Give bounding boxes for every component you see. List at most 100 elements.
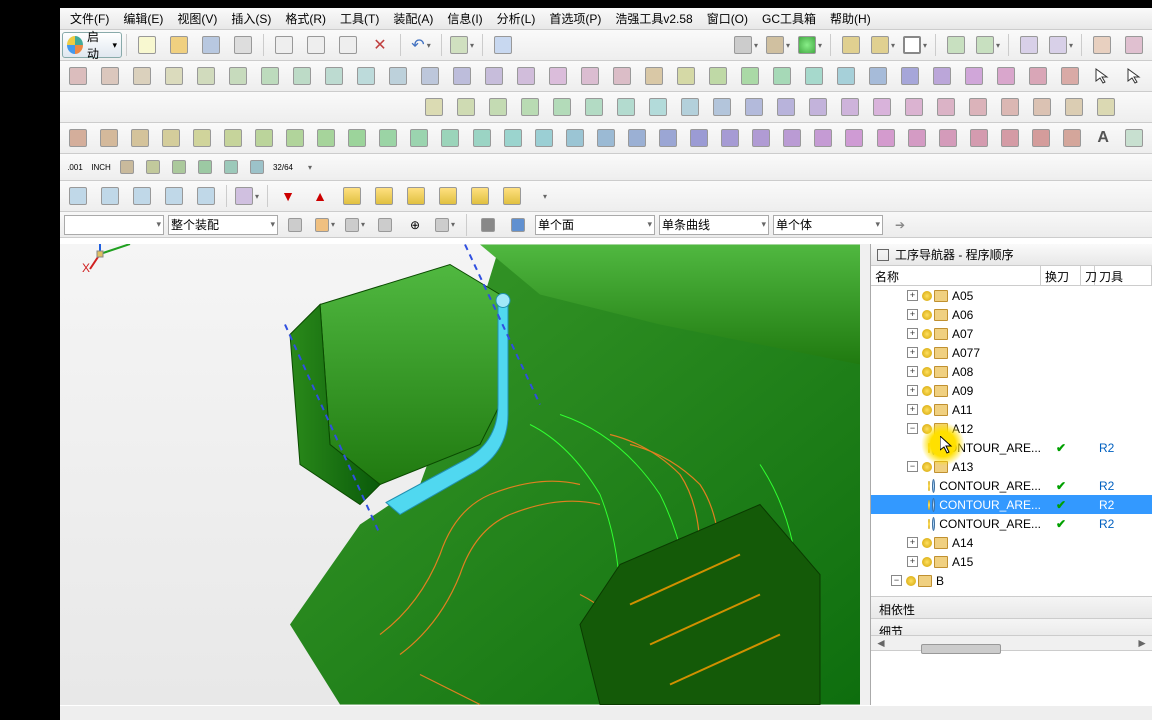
- tree-row-A09[interactable]: A09: [871, 381, 1152, 400]
- t4-btn-14[interactable]: [498, 125, 527, 151]
- fraction-icon[interactable]: 32/64: [271, 156, 295, 178]
- t2-btn-0[interactable]: [63, 63, 93, 89]
- t3-btn-20[interactable]: [1059, 94, 1089, 120]
- assembly-filter[interactable]: 整个装配▾: [168, 215, 278, 235]
- wcs-icon-1[interactable]: [941, 32, 971, 58]
- t3-btn-1[interactable]: [451, 94, 481, 120]
- t2-btn-9[interactable]: [351, 63, 381, 89]
- menu-pref[interactable]: 首选项(P): [543, 8, 607, 29]
- t6b-btn-3[interactable]: [433, 183, 463, 209]
- t4-btn-15[interactable]: [529, 125, 558, 151]
- menu-gc[interactable]: GC工具箱: [756, 8, 822, 29]
- t4-btn-20[interactable]: [685, 125, 714, 151]
- t3-btn-4[interactable]: [547, 94, 577, 120]
- t3-btn-21[interactable]: [1091, 94, 1121, 120]
- expand-toggle[interactable]: [907, 366, 918, 377]
- dependencies-header[interactable]: 相依性: [871, 596, 1152, 618]
- col-toolchange[interactable]: 换刀: [1041, 266, 1081, 285]
- t6-btn-3[interactable]: [159, 183, 189, 209]
- t4-btn-24[interactable]: [809, 125, 838, 151]
- t4-btn-13[interactable]: [467, 125, 496, 151]
- t3-btn-11[interactable]: [771, 94, 801, 120]
- tree-row-CONTOUR_ARE...[interactable]: CONTOUR_ARE...✔R2: [871, 514, 1152, 533]
- t3-btn-5[interactable]: [579, 94, 609, 120]
- layer-icon-2[interactable]: [868, 32, 898, 58]
- f-btn-go[interactable]: ➔: [888, 214, 912, 236]
- t3-btn-7[interactable]: [643, 94, 673, 120]
- t2-btn-15[interactable]: [543, 63, 573, 89]
- t2b-btn-11[interactable]: [991, 63, 1021, 89]
- t2b-btn-1[interactable]: [671, 63, 701, 89]
- t3-btn-18[interactable]: [995, 94, 1025, 120]
- open-icon[interactable]: [164, 32, 194, 58]
- t4-btn-1[interactable]: [94, 125, 123, 151]
- menu-window[interactable]: 窗口(O): [701, 8, 754, 29]
- expand-toggle[interactable]: [907, 404, 918, 415]
- tree-row-A12[interactable]: A12: [871, 419, 1152, 438]
- cut-icon[interactable]: [269, 32, 299, 58]
- t3-btn-19[interactable]: [1027, 94, 1057, 120]
- t2b-btn-3[interactable]: [735, 63, 765, 89]
- t4-btn-11[interactable]: [405, 125, 434, 151]
- col-name[interactable]: 名称: [871, 266, 1041, 285]
- t2b-btn-0[interactable]: [639, 63, 669, 89]
- menu-file[interactable]: 文件(F): [64, 8, 115, 29]
- t3-btn-0[interactable]: [419, 94, 449, 120]
- unit-inch[interactable]: INCH: [89, 156, 113, 178]
- tree-scrollbar[interactable]: ◄ ►: [871, 635, 1152, 651]
- menu-view[interactable]: 视图(V): [171, 8, 223, 29]
- t2b-btn-5[interactable]: [799, 63, 829, 89]
- t2-btn-7[interactable]: [287, 63, 317, 89]
- expand-toggle[interactable]: [907, 537, 918, 548]
- t4-btn-4[interactable]: [187, 125, 216, 151]
- expand-toggle[interactable]: [907, 556, 918, 567]
- tree-row-A15[interactable]: A15: [871, 552, 1152, 571]
- curve-filter[interactable]: 单条曲线▾: [659, 215, 769, 235]
- t3-btn-6[interactable]: [611, 94, 641, 120]
- expand-toggle[interactable]: [907, 309, 918, 320]
- t3-btn-2[interactable]: [483, 94, 513, 120]
- t2b-btn-8[interactable]: [895, 63, 925, 89]
- t4-btn-9[interactable]: [343, 125, 372, 151]
- t4-btn-10[interactable]: [374, 125, 403, 151]
- expand-toggle[interactable]: [907, 461, 918, 472]
- t2-btn-17[interactable]: [607, 63, 637, 89]
- tree-row-A077[interactable]: A077: [871, 343, 1152, 362]
- t6b-btn-1[interactable]: [369, 183, 399, 209]
- t2b-btn-2[interactable]: [703, 63, 733, 89]
- t6-btn-0[interactable]: [63, 183, 93, 209]
- t6b-btn-5[interactable]: [497, 183, 527, 209]
- t4-btn-18[interactable]: [622, 125, 651, 151]
- t3-btn-17[interactable]: [963, 94, 993, 120]
- type-filter[interactable]: ▾: [64, 215, 164, 235]
- t6b-btn-2[interactable]: [401, 183, 431, 209]
- expand-toggle[interactable]: [891, 575, 902, 586]
- wcs-icon-2[interactable]: [973, 32, 1003, 58]
- t4-btn-25[interactable]: [840, 125, 869, 151]
- save-icon[interactable]: [196, 32, 226, 58]
- t4-btn-26[interactable]: [871, 125, 900, 151]
- color-swatch[interactable]: [900, 32, 930, 58]
- tool-icon-b[interactable]: [1046, 32, 1076, 58]
- operation-tree[interactable]: A05A06A07A077A08A09A11A12CONTOUR_ARE...✔…: [871, 286, 1152, 596]
- t4-btn-23[interactable]: [778, 125, 807, 151]
- fit-view-button[interactable]: [731, 32, 761, 58]
- f-btn-1[interactable]: [283, 214, 307, 236]
- t6-btn-2[interactable]: [127, 183, 157, 209]
- pin-icon[interactable]: [877, 249, 889, 261]
- tree-row-A11[interactable]: A11: [871, 400, 1152, 419]
- t2b-btn-7[interactable]: [863, 63, 893, 89]
- t5-btn-4[interactable]: [219, 156, 243, 178]
- t4-btn-28[interactable]: [933, 125, 962, 151]
- viewport-3d[interactable]: Z Y X: [60, 244, 860, 705]
- f-btn-4[interactable]: [373, 214, 397, 236]
- t5-btn-0[interactable]: [115, 156, 139, 178]
- tree-row-B[interactable]: B: [871, 571, 1152, 590]
- t4-btn-3[interactable]: [156, 125, 185, 151]
- t5-btn-1[interactable]: [141, 156, 165, 178]
- start-button[interactable]: 启动▾: [62, 32, 122, 58]
- t2b-btn-6[interactable]: [831, 63, 861, 89]
- t4-btn-19[interactable]: [653, 125, 682, 151]
- t3-btn-16[interactable]: [931, 94, 961, 120]
- new-icon[interactable]: [132, 32, 162, 58]
